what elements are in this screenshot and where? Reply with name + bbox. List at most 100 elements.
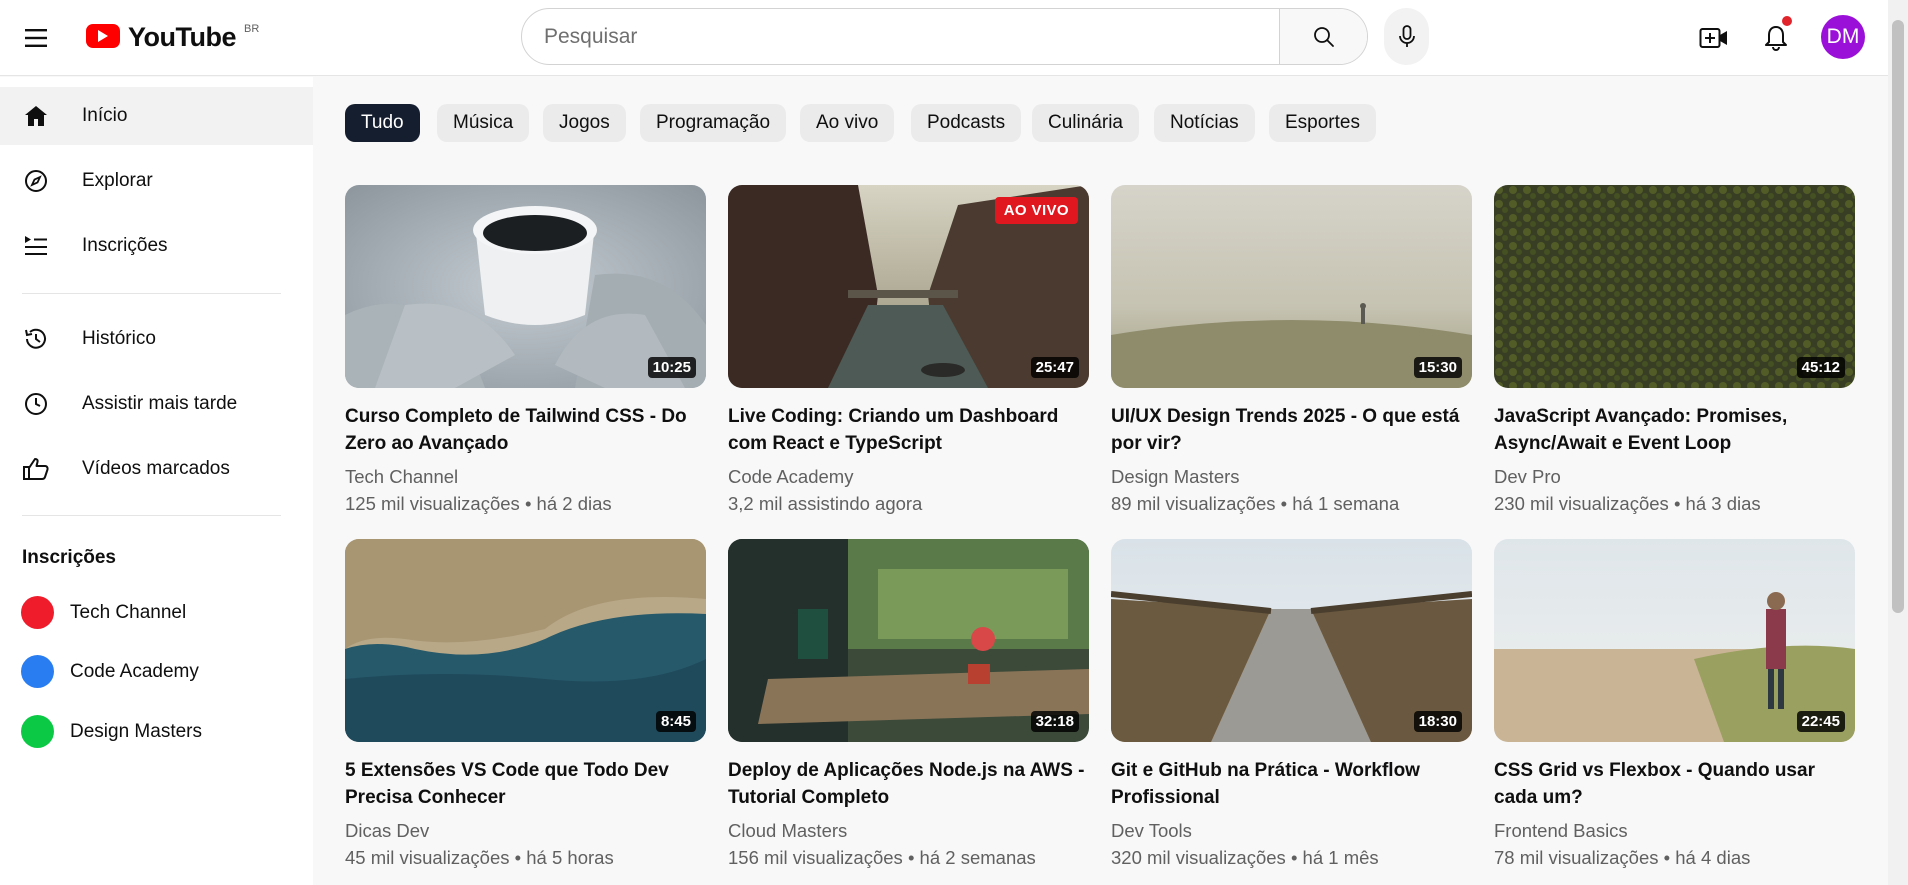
- video-channel[interactable]: Dicas Dev: [345, 817, 706, 844]
- video-meta: 45 mil visualizações • há 5 horas: [345, 847, 614, 868]
- subscription-name: Tech Channel: [70, 602, 187, 623]
- video-title[interactable]: CSS Grid vs Flexbox - Quando usar cada u…: [1494, 757, 1855, 811]
- video-channel[interactable]: Code Academy: [728, 463, 1089, 490]
- live-badge: AO VIVO: [994, 197, 1078, 224]
- compass-icon: [22, 167, 50, 195]
- video-duration: 15:30: [1413, 357, 1462, 378]
- create-video-button[interactable]: [1694, 18, 1734, 58]
- sidebar-item-assistir-mais-tarde[interactable]: Assistir mais tarde: [0, 375, 313, 433]
- clock-icon: [22, 390, 50, 418]
- voice-search-button[interactable]: [1384, 8, 1429, 65]
- subscription-code-academy[interactable]: Code Academy: [0, 646, 313, 698]
- home-icon: [22, 102, 50, 130]
- video-channel[interactable]: Dev Tools: [1111, 817, 1472, 844]
- video-title[interactable]: JavaScript Avançado: Promises, Async/Awa…: [1494, 403, 1855, 457]
- country-code: BR: [243, 23, 260, 35]
- chip-jogos[interactable]: Jogos: [543, 104, 626, 142]
- sidebar-item-label: Histórico: [82, 328, 156, 349]
- hamburger-icon: [25, 29, 47, 47]
- video-card[interactable]: AO VIVO 25:47 Live Coding: Criando um Da…: [728, 185, 1089, 517]
- video-card[interactable]: 32:18 Deploy de Aplicações Node.js na AW…: [728, 539, 1089, 871]
- chip-programacao[interactable]: Programação: [640, 104, 787, 142]
- video-channel[interactable]: Cloud Masters: [728, 817, 1089, 844]
- video-thumbnail[interactable]: AO VIVO 25:47: [728, 185, 1089, 388]
- chip-tudo[interactable]: Tudo: [345, 104, 420, 142]
- video-thumbnail[interactable]: 10:25: [345, 185, 706, 388]
- sidebar-item-label: Explorar: [82, 170, 153, 191]
- subscription-tech-channel[interactable]: Tech Channel: [0, 587, 313, 639]
- search-button[interactable]: [1279, 9, 1367, 64]
- subscription-name: Code Academy: [70, 661, 199, 682]
- video-duration: 18:30: [1413, 711, 1462, 732]
- video-title[interactable]: Deploy de Aplicações Node.js na AWS - Tu…: [728, 757, 1089, 811]
- video-title[interactable]: Curso Completo de Tailwind CSS - Do Zero…: [345, 403, 706, 457]
- youtube-logo[interactable]: YouTube BR: [86, 20, 259, 56]
- bell-icon: [1765, 26, 1787, 51]
- sidebar-divider: [22, 515, 281, 516]
- subscriptions-icon: [22, 232, 50, 260]
- video-title[interactable]: Live Coding: Criando um Dashboard com Re…: [728, 403, 1089, 457]
- channel-avatar: [21, 715, 54, 748]
- video-thumbnail[interactable]: 15:30: [1111, 185, 1472, 388]
- search-input[interactable]: [522, 9, 1279, 64]
- chip-culinaria[interactable]: Culinária: [1032, 104, 1139, 142]
- video-title[interactable]: 5 Extensões VS Code que Todo Dev Precisa…: [345, 757, 706, 811]
- logo-text: YouTube: [128, 22, 236, 52]
- search-icon: [1313, 26, 1334, 47]
- subscription-name: Design Masters: [70, 721, 202, 742]
- video-meta: 320 mil visualizações • há 1 mês: [1111, 847, 1379, 868]
- video-title[interactable]: UI/UX Design Trends 2025 - O que está po…: [1111, 403, 1472, 457]
- video-thumbnail[interactable]: 45:12: [1494, 185, 1855, 388]
- page-scrollbar[interactable]: [1888, 0, 1908, 885]
- video-thumbnail[interactable]: 22:45: [1494, 539, 1855, 742]
- scrollbar-thumb[interactable]: [1892, 20, 1904, 613]
- play-logo-icon: [86, 24, 120, 48]
- video-card[interactable]: 10:25 Curso Completo de Tailwind CSS - D…: [345, 185, 706, 517]
- video-thumbnail[interactable]: 32:18: [728, 539, 1089, 742]
- thumbs-up-icon: [22, 455, 50, 483]
- video-card[interactable]: 8:45 5 Extensões VS Code que Todo Dev Pr…: [345, 539, 706, 871]
- video-meta: 3,2 mil assistindo agora: [728, 493, 923, 514]
- video-channel[interactable]: Tech Channel: [345, 463, 706, 490]
- notifications-button[interactable]: [1756, 16, 1796, 58]
- video-card[interactable]: 18:30 Git e GitHub na Prática - Workflow…: [1111, 539, 1472, 871]
- video-card[interactable]: 15:30 UI/UX Design Trends 2025 - O que e…: [1111, 185, 1472, 517]
- subscriptions-heading: Inscrições: [22, 547, 116, 568]
- video-thumbnail[interactable]: 18:30: [1111, 539, 1472, 742]
- video-title[interactable]: Git e GitHub na Prática - Workflow Profi…: [1111, 757, 1472, 811]
- sidebar-item-inscricoes[interactable]: Inscrições: [0, 217, 313, 275]
- sidebar-item-inicio[interactable]: Início: [0, 87, 313, 145]
- menu-button[interactable]: [20, 22, 52, 54]
- chip-esportes[interactable]: Esportes: [1269, 104, 1376, 142]
- video-channel[interactable]: Frontend Basics: [1494, 817, 1855, 844]
- user-avatar[interactable]: DM: [1821, 15, 1865, 59]
- video-card[interactable]: 22:45 CSS Grid vs Flexbox - Quando usar …: [1494, 539, 1855, 871]
- top-header: YouTube BR DM: [0, 0, 1888, 76]
- video-duration: 10:25: [647, 357, 696, 378]
- sidebar-divider: [22, 293, 281, 294]
- chip-podcasts[interactable]: Podcasts: [911, 104, 1022, 142]
- chip-musica[interactable]: Música: [437, 104, 530, 142]
- sidebar-item-label: Início: [82, 105, 128, 126]
- video-channel[interactable]: Design Masters: [1111, 463, 1472, 490]
- channel-avatar: [21, 596, 54, 629]
- chip-ao-vivo[interactable]: Ao vivo: [800, 104, 895, 142]
- video-meta: 125 mil visualizações • há 2 dias: [345, 493, 612, 514]
- sidebar-item-explorar[interactable]: Explorar: [0, 152, 313, 210]
- sidebar-item-label: Assistir mais tarde: [82, 393, 238, 414]
- sidebar-item-label: Inscrições: [82, 235, 168, 256]
- video-meta: 78 mil visualizações • há 4 dias: [1494, 847, 1751, 868]
- video-duration: 45:12: [1796, 357, 1845, 378]
- video-meta: 230 mil visualizações • há 3 dias: [1494, 493, 1761, 514]
- chip-noticias[interactable]: Notícias: [1154, 104, 1255, 142]
- video-channel[interactable]: Dev Pro: [1494, 463, 1855, 490]
- notification-dot: [1782, 16, 1792, 26]
- video-meta: 89 mil visualizações • há 1 semana: [1111, 493, 1400, 514]
- search-bar: [521, 8, 1368, 65]
- video-thumbnail[interactable]: 8:45: [345, 539, 706, 742]
- sidebar-item-historico[interactable]: Histórico: [0, 310, 313, 368]
- sidebar: Início Explorar Inscrições Histórico Ass…: [0, 77, 313, 885]
- subscription-design-masters[interactable]: Design Masters: [0, 706, 313, 758]
- video-card[interactable]: 45:12 JavaScript Avançado: Promises, Asy…: [1494, 185, 1855, 517]
- sidebar-item-videos-marcados[interactable]: Vídeos marcados: [0, 440, 313, 498]
